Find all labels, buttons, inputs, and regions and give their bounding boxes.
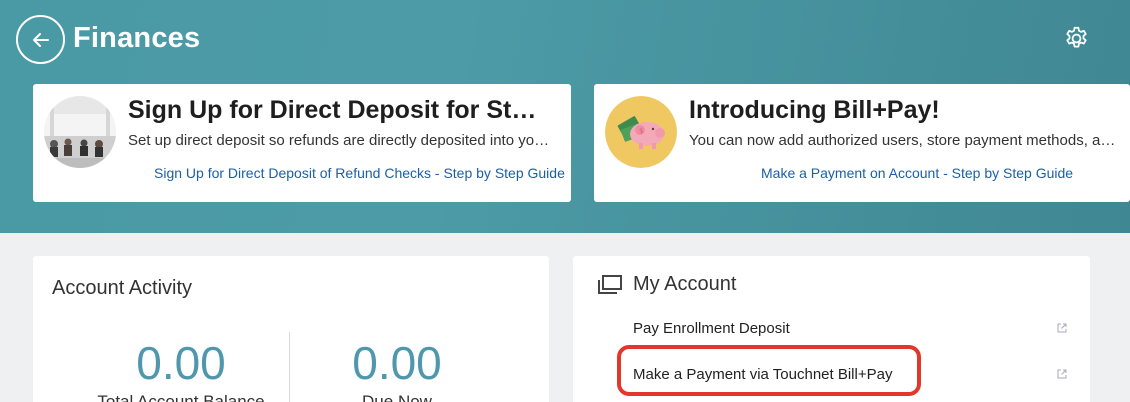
svg-text:$: $ bbox=[639, 127, 643, 135]
due-now-label: Due Now bbox=[362, 392, 432, 402]
direct-deposit-guide-link[interactable]: Sign Up for Direct Deposit of Refund Che… bbox=[154, 165, 565, 181]
promo-description: You can now add authorized users, store … bbox=[689, 132, 1116, 149]
promo-card-direct-deposit: Sign Up for Direct Deposit for Students … bbox=[33, 84, 571, 202]
external-link-icon bbox=[1057, 323, 1067, 333]
windows-stack-icon bbox=[598, 275, 622, 294]
promo-title: Introducing Bill+Pay! bbox=[689, 96, 940, 124]
back-button[interactable] bbox=[16, 15, 65, 64]
total-balance-value[interactable]: 0.00 bbox=[81, 336, 281, 390]
total-balance-label: Total Account Balance bbox=[97, 392, 265, 402]
promo-card-bill-pay: $ Introducing Bill+Pay! You can now add … bbox=[594, 84, 1130, 202]
header-banner: Finances Sign Up for Direct Deposit for … bbox=[0, 0, 1130, 233]
promo-description: Set up direct deposit so refunds are dir… bbox=[128, 132, 557, 149]
promo-title: Sign Up for Direct Deposit for Students bbox=[128, 96, 547, 124]
gear-icon[interactable] bbox=[1063, 25, 1090, 52]
pay-enrollment-deposit-link[interactable]: Pay Enrollment Deposit bbox=[633, 320, 790, 337]
my-account-title: My Account bbox=[633, 273, 737, 295]
arrow-left-icon bbox=[32, 32, 49, 47]
promo-thumbnail-image bbox=[44, 96, 116, 168]
finances-page: Finances Sign Up for Direct Deposit for … bbox=[0, 0, 1130, 402]
external-link-icon bbox=[1057, 369, 1067, 379]
make-payment-guide-link[interactable]: Make a Payment on Account - Step by Step… bbox=[761, 165, 1073, 181]
make-payment-touchnet-link[interactable]: Make a Payment via Touchnet Bill+Pay bbox=[633, 366, 892, 383]
piggy-bank-icon: $ bbox=[605, 96, 677, 168]
page-title: Finances bbox=[73, 22, 201, 54]
account-activity-title: Account Activity bbox=[52, 277, 193, 299]
due-now-value[interactable]: 0.00 bbox=[297, 336, 497, 390]
my-account-card: My Account Pay Enrollment Deposit Make a… bbox=[573, 256, 1090, 402]
account-activity-card: Account Activity 0.00 Total Account Bala… bbox=[33, 256, 549, 402]
